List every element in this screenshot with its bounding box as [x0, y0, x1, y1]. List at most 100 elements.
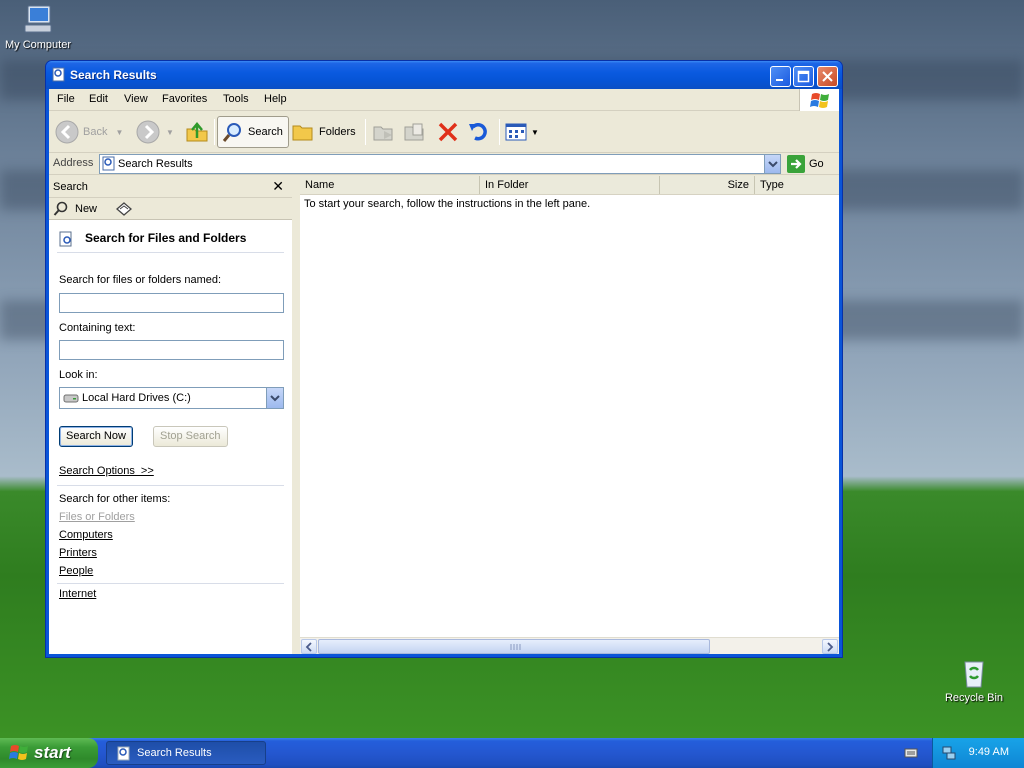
search-results-icon: [102, 156, 115, 171]
address-input[interactable]: Search Results: [99, 154, 781, 174]
menu-bar: File Edit View Favorites Tools Help: [49, 89, 839, 111]
named-input[interactable]: [59, 293, 284, 313]
address-dropdown-button[interactable]: [764, 155, 780, 173]
search-pane: Search ✕ New Search for Files and Folder…: [49, 176, 296, 654]
up-folder-button[interactable]: [185, 116, 209, 148]
minimize-button[interactable]: [770, 66, 791, 87]
results-empty-message: To start your search, follow the instruc…: [304, 198, 591, 210]
menu-help[interactable]: Help: [264, 93, 287, 105]
search-pane-title: Search: [53, 181, 88, 193]
chevron-down-icon: [270, 395, 280, 402]
column-headers: Name In Folder Size Type: [300, 176, 839, 195]
internet-link[interactable]: Internet: [59, 588, 96, 600]
move-to-button[interactable]: [372, 116, 396, 148]
network-icon[interactable]: [941, 745, 957, 761]
copy-to-button[interactable]: [403, 116, 427, 148]
windows-logo-icon: [799, 89, 839, 111]
folders-button[interactable]: Folders: [292, 116, 356, 148]
taskbar-item-search-results[interactable]: Search Results: [106, 741, 266, 765]
search-now-button[interactable]: Search Now: [59, 426, 133, 447]
move-to-icon: [373, 126, 393, 141]
up-folder-icon: [186, 122, 208, 142]
start-label: start: [34, 743, 71, 762]
windows-flag-icon: [9, 745, 28, 760]
close-search-pane-icon[interactable]: ✕: [272, 178, 284, 195]
forward-button[interactable]: ▼: [136, 116, 174, 148]
look-in-dropdown-button[interactable]: [266, 388, 283, 408]
title-bar[interactable]: Search Results: [46, 61, 842, 89]
computers-link[interactable]: Computers: [59, 529, 113, 541]
column-header-in-folder[interactable]: In Folder: [480, 176, 660, 194]
undo-button[interactable]: [467, 116, 491, 148]
scroll-thumb[interactable]: [318, 639, 710, 654]
toolbar-separator: [365, 119, 366, 145]
views-dropdown-icon[interactable]: ▼: [531, 128, 539, 137]
scroll-right-button[interactable]: [822, 639, 838, 654]
taskbar-item-label: Search Results: [137, 747, 212, 759]
look-in-select[interactable]: Local Hard Drives (C:): [59, 387, 284, 409]
forward-dropdown-icon[interactable]: ▼: [166, 128, 174, 137]
desktop-icon-label: My Computer: [4, 39, 72, 51]
divider: [57, 485, 284, 486]
search-options-link[interactable]: Search Options >>: [59, 465, 154, 477]
menu-favorites[interactable]: Favorites: [162, 93, 207, 105]
toolbar-separator: [499, 119, 500, 145]
delete-button[interactable]: [437, 116, 459, 148]
maximize-icon: [797, 70, 810, 83]
close-icon: [822, 71, 833, 82]
grip-icon: [510, 644, 521, 650]
close-button[interactable]: [817, 66, 838, 87]
search-form-title: Search for Files and Folders: [85, 231, 247, 245]
desktop-icon-my-computer[interactable]: My Computer: [0, 3, 76, 51]
horizontal-scrollbar[interactable]: [300, 637, 839, 654]
hard-drive-icon: [63, 394, 79, 403]
standard-toolbar: Back ▼ ▼ Search Folders ▼: [49, 111, 839, 153]
search-window-icon: [52, 67, 66, 82]
undo-icon: [469, 123, 487, 141]
menu-view[interactable]: View: [124, 93, 148, 105]
divider: [57, 252, 284, 253]
window-client: File Edit View Favorites Tools Help Back…: [49, 89, 839, 654]
column-header-size[interactable]: Size: [660, 176, 755, 194]
search-pane-header: Search ✕: [49, 176, 292, 198]
views-button[interactable]: ▼: [505, 116, 539, 148]
clock[interactable]: 9:49 AM: [969, 746, 1009, 758]
search-files-icon: [59, 231, 72, 247]
people-link[interactable]: People: [59, 565, 93, 577]
other-items-label: Search for other items:: [59, 493, 171, 505]
go-arrow-icon: [787, 155, 805, 173]
back-label: Back: [83, 126, 108, 138]
views-icon: [505, 123, 527, 141]
files-or-folders-link: Files or Folders: [59, 511, 135, 523]
folders-label: Folders: [319, 126, 356, 138]
scroll-left-button[interactable]: [301, 639, 317, 654]
start-button[interactable]: start: [0, 738, 98, 768]
containing-text-input[interactable]: [59, 340, 284, 360]
column-header-type[interactable]: Type: [755, 176, 847, 194]
search-history-icon: [116, 202, 132, 216]
toolbar-separator: [214, 119, 215, 145]
address-value: Search Results: [118, 158, 193, 170]
desktop-icon-recycle-bin[interactable]: Recycle Bin: [936, 656, 1012, 704]
search-pane-toolbar: New: [49, 198, 292, 220]
maximize-button[interactable]: [793, 66, 814, 87]
results-list[interactable]: Name In Folder Size Type To start your s…: [300, 176, 839, 654]
search-history-button[interactable]: [115, 201, 133, 220]
printers-link[interactable]: Printers: [59, 547, 97, 559]
search-results-window[interactable]: Search Results File Edit View Favorites …: [45, 60, 843, 658]
search-magnifier-icon: [222, 123, 241, 142]
menu-edit[interactable]: Edit: [89, 93, 108, 105]
go-button[interactable]: Go: [787, 155, 824, 173]
search-button[interactable]: Search: [217, 116, 289, 148]
menu-tools[interactable]: Tools: [223, 93, 249, 105]
back-dropdown-icon[interactable]: ▼: [115, 128, 123, 137]
menu-file[interactable]: File: [57, 93, 75, 105]
forward-arrow-icon: [136, 120, 160, 144]
new-search-button[interactable]: New: [53, 200, 97, 217]
back-button[interactable]: Back ▼: [55, 116, 123, 148]
keyboard-icon[interactable]: [904, 746, 918, 762]
column-header-name[interactable]: Name: [300, 176, 480, 194]
stop-search-button[interactable]: Stop Search: [153, 426, 228, 447]
search-form: Search for Files and Folders Search for …: [49, 220, 292, 654]
desktop-icon-label: Recycle Bin: [944, 692, 1004, 704]
